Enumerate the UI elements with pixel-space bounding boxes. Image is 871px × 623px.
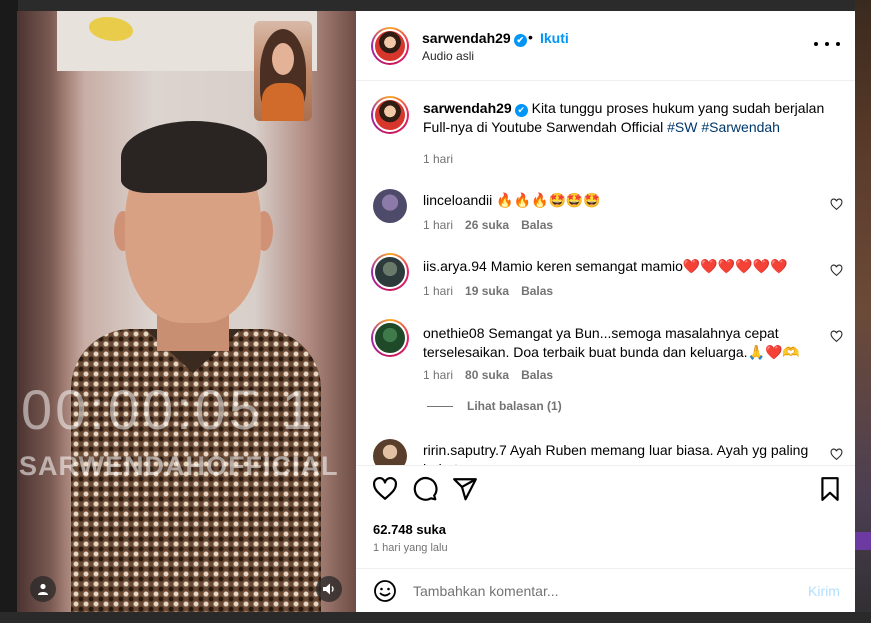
comment-body: 🔥🔥🔥🤩🤩🤩 xyxy=(496,192,601,208)
video-hair xyxy=(121,121,267,193)
comment-likes[interactable]: 26 suka xyxy=(465,218,509,232)
post-time: 1 hari yang lalu xyxy=(373,542,448,554)
verified-badge-icon: ✔ xyxy=(513,34,527,47)
comment-username[interactable]: onethie08 xyxy=(423,325,485,341)
author-username[interactable]: sarwendah29 ✔ xyxy=(422,30,527,47)
speaker-icon xyxy=(323,583,334,595)
comment-avatar[interactable] xyxy=(371,253,409,291)
comments-list[interactable]: sarwendah29 ✔ Kita tunggu proses hukum ya… xyxy=(356,82,855,465)
verified-badge-icon: ✔ xyxy=(514,104,528,117)
comment-meta: 1 hari 80 suka Balas xyxy=(423,368,553,382)
hashtag-sw[interactable]: #SW xyxy=(667,119,697,135)
comment-avatar[interactable] xyxy=(373,439,407,465)
comment-body: Mamio keren semangat mamio❤️❤️❤️❤️❤️❤️ xyxy=(490,258,788,274)
reply-button[interactable]: Balas xyxy=(521,368,553,382)
view-replies-button[interactable]: Lihat balasan (1) xyxy=(427,399,562,413)
reply-button[interactable]: Balas xyxy=(521,218,553,232)
more-dot xyxy=(836,42,840,46)
comment-likes[interactable]: 80 suka xyxy=(465,368,509,382)
caption-time: 1 hari xyxy=(423,152,454,166)
comment-like-heart-icon[interactable] xyxy=(830,264,843,277)
comment-text: iis.arya.94 Mamio keren semangat mamio❤️… xyxy=(423,257,823,276)
comment-avatar[interactable] xyxy=(371,319,409,357)
comment-text: linceloandii 🔥🔥🔥🤩🤩🤩 xyxy=(423,191,823,210)
comment-meta: 1 hari 19 suka Balas xyxy=(423,284,553,298)
pip-face xyxy=(272,43,294,75)
author-username-text: sarwendah29 xyxy=(422,30,511,46)
background-page-left xyxy=(0,0,18,623)
follow-button[interactable]: Ikuti xyxy=(540,30,569,46)
caption-avatar[interactable] xyxy=(371,96,409,134)
more-horizontal-icon xyxy=(814,42,818,46)
comment-avatar-image xyxy=(373,255,407,289)
view-replies-label: Lihat balasan (1) xyxy=(467,399,562,413)
reply-button[interactable]: Balas xyxy=(521,284,553,298)
pip-body xyxy=(262,83,304,121)
more-dot xyxy=(825,42,829,46)
comment-like-heart-icon[interactable] xyxy=(830,198,843,211)
view-replies-line xyxy=(427,405,453,407)
comment-username[interactable]: iis.arya.94 xyxy=(423,258,487,274)
caption-text: sarwendah29 ✔ Kita tunggu proses hukum ya… xyxy=(423,99,833,137)
user-icon xyxy=(38,583,48,595)
comment-meta: 1 hari 26 suka Balas xyxy=(423,218,553,232)
comment-time: 1 hari xyxy=(423,218,454,232)
background-badge xyxy=(855,532,871,550)
post-detail-panel: sarwendah29 ✔ • Ikuti Audio asli sarwenda… xyxy=(356,11,855,612)
watermark-channel: SARWENDAHOFFICIAL xyxy=(19,451,339,481)
watermark-timer: 00:00:05 1 xyxy=(21,378,316,441)
comment-time: 1 hari xyxy=(423,284,454,298)
heart-icon[interactable] xyxy=(372,476,398,502)
original-audio-link[interactable]: Audio asli xyxy=(422,49,474,63)
comment-text: ririn.saputry.7 Ayah Ruben memang luar b… xyxy=(423,441,823,465)
add-comment-bar: Kirim xyxy=(356,568,855,612)
comment-username[interactable]: linceloandii xyxy=(423,192,492,208)
comment-avatar[interactable] xyxy=(373,189,407,223)
bookmark-icon[interactable] xyxy=(817,476,843,502)
more-options-button[interactable] xyxy=(814,35,840,53)
emoji-icon[interactable] xyxy=(373,579,397,603)
comment-input[interactable] xyxy=(413,581,773,601)
background-page-right xyxy=(855,0,871,623)
tagged-users-button[interactable] xyxy=(30,576,56,602)
comment-like-heart-icon[interactable] xyxy=(830,330,843,343)
comment-avatar-image xyxy=(373,321,407,355)
video-pip-inset xyxy=(254,21,312,121)
comment-icon[interactable] xyxy=(412,476,438,502)
caption-avatar-image xyxy=(373,98,407,132)
audio-toggle-button[interactable] xyxy=(316,576,342,602)
post-header: sarwendah29 ✔ • Ikuti Audio asli xyxy=(356,11,855,81)
author-avatar[interactable] xyxy=(371,27,409,65)
comment-likes[interactable]: 19 suka xyxy=(465,284,509,298)
post-comment-button[interactable]: Kirim xyxy=(808,583,840,599)
comment-username[interactable]: ririn.saputry.7 xyxy=(423,442,507,458)
reel-video[interactable]: 00:00:05 1 SARWENDAHOFFICIAL xyxy=(17,11,356,612)
caption-username[interactable]: sarwendah29 xyxy=(423,100,512,116)
comment-like-heart-icon[interactable] xyxy=(830,448,843,461)
author-avatar-image xyxy=(373,29,407,63)
comment-text: onethie08 Semangat ya Bun...semoga masal… xyxy=(423,324,823,362)
header-separator: • xyxy=(528,29,533,45)
comment-time: 1 hari xyxy=(423,368,454,382)
send-icon[interactable] xyxy=(452,476,478,502)
likes-count[interactable]: 62.748 suka xyxy=(373,522,446,537)
hashtag-sarwendah[interactable]: #Sarwendah xyxy=(701,119,780,135)
